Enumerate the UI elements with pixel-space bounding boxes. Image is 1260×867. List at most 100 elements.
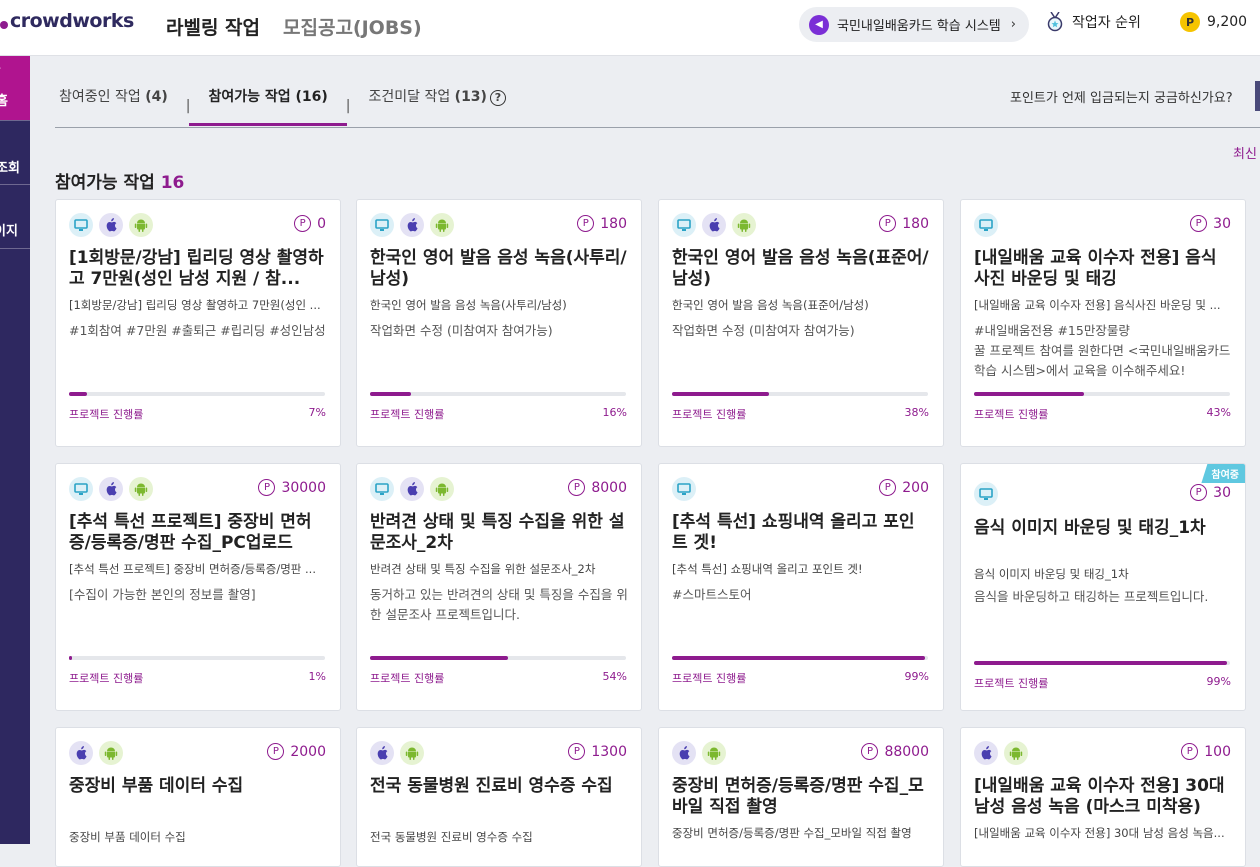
project-card[interactable]: P 100 [내일배움 교육 이수자 전용] 30대 남성 음성 녹음 (마스크 미… xyxy=(960,727,1246,867)
sidebar-divider xyxy=(0,248,30,249)
progress-fill xyxy=(370,392,411,396)
points-value: 180 xyxy=(902,215,929,232)
apple-icon xyxy=(370,741,394,765)
project-card[interactable]: P 30000 [추석 특선 프로젝트] 중장비 면허증/등록증/명판 수집_PC업… xyxy=(55,463,341,711)
point-icon: P xyxy=(294,215,312,232)
monitor-icon xyxy=(69,213,93,237)
points-value: 88000 xyxy=(884,743,929,760)
card-title: 한국인 영어 발음 음성 녹음(사투리/남성) xyxy=(370,248,627,289)
top-bar: crowdworks 라벨링 작업 모집공고(JOBS) ◀ 국민내일배움카드 … xyxy=(0,0,1260,56)
sidebar: ✓ 홈 · 조회 · 이지 xyxy=(0,56,30,844)
apple-icon xyxy=(974,741,998,765)
project-card[interactable]: P 180 한국인 영어 발음 음성 녹음(표준어/남성) 한국인 영어 발음 음성 … xyxy=(658,199,944,447)
points-value: 100 xyxy=(1204,743,1231,760)
apple-icon xyxy=(672,741,696,765)
faq-link[interactable]: 포인트가 언제 입금되는지 궁금하신가요? xyxy=(1010,87,1233,106)
progress-label: 프로젝트 진행률 xyxy=(672,408,747,421)
progress-label: 프로젝트 진행률 xyxy=(974,677,1049,690)
card-description: #내일배움전용 #15만장물량 꿀 프로젝트 참여를 원한다면 <국민내일배움카… xyxy=(974,323,1231,378)
ranking-link[interactable]: 작업자 순위 xyxy=(1046,12,1141,32)
nav-jobs[interactable]: 모집공고(JOBS) xyxy=(283,13,422,40)
tab-separator: | xyxy=(185,98,191,114)
tab-underline xyxy=(55,127,1260,128)
participating-badge: 참여중 xyxy=(1201,464,1245,483)
point-icon: P xyxy=(861,743,879,760)
tab-available[interactable]: 참여가능 작업 (16) xyxy=(189,86,348,126)
project-card[interactable]: P 180 한국인 영어 발음 음성 녹음(사투리/남성) 한국인 영어 발음 음성 … xyxy=(356,199,642,447)
card-description: 작업화면 수정 (미참여자 참여가능) xyxy=(370,323,553,338)
progress-percent: 16% xyxy=(602,406,627,419)
apple-icon xyxy=(400,477,424,501)
platform-icons xyxy=(370,477,460,501)
card-title: 중장비 부품 데이터 수집 xyxy=(69,776,244,796)
sort-option[interactable]: 최신 xyxy=(1233,143,1257,162)
tab-participating[interactable]: 참여중인 작업 (4) xyxy=(55,86,172,126)
points-value: 8000 xyxy=(591,479,627,496)
reward-points: P 30000 xyxy=(258,479,326,496)
platform-icons xyxy=(69,741,129,765)
sidebar-item-mypage[interactable]: · 이지 xyxy=(0,184,30,248)
reward-points: P 100 xyxy=(1181,743,1231,760)
card-subtitle: [1회방문/강남] 립리딩 영상 촬영하고 7만원(성인 ... xyxy=(69,298,321,312)
progress-bar xyxy=(370,392,626,396)
tab-unqualified[interactable]: 조건미달 작업 (13)? xyxy=(364,86,509,126)
progress-percent: 38% xyxy=(904,406,929,419)
card-subtitle: 한국인 영어 발음 음성 녹음(표준어/남성) xyxy=(672,298,869,312)
points-display[interactable]: P 9,200 xyxy=(1180,12,1247,32)
android-icon xyxy=(99,741,123,765)
monitor-icon xyxy=(370,477,394,501)
project-card[interactable]: P 0 [1회방문/강남] 립리딩 영상 촬영하고 7만원(성인 남성 지원 / 참… xyxy=(55,199,341,447)
progress-label: 프로젝트 진행률 xyxy=(370,408,445,421)
help-icon[interactable]: ? xyxy=(489,89,506,106)
project-card[interactable]: P 1300 전국 동물병원 진료비 영수증 수집 전국 동물병원 진료비 영수증 수… xyxy=(356,727,642,867)
card-subtitle: 전국 동물병원 진료비 영수증 수집 xyxy=(370,830,533,844)
faq-button[interactable] xyxy=(1255,81,1260,111)
reward-points: P 30 xyxy=(1190,215,1231,232)
card-subtitle: [추석 특선 프로젝트] 중장비 면허증/등록증/명판 ... xyxy=(69,562,316,576)
apple-icon xyxy=(99,477,123,501)
card-description: 동거하고 있는 반려견의 상태 및 특징을 수집을 위한 설문조사 프로젝트입니… xyxy=(370,587,628,622)
point-icon: P xyxy=(1190,215,1208,232)
progress-percent: 54% xyxy=(602,670,627,683)
android-icon xyxy=(732,213,756,237)
card-title: 전국 동물병원 진료비 영수증 수집 xyxy=(370,776,613,796)
project-card[interactable]: P 200 [추석 특선] 쇼핑내역 올리고 포인트 겟! [추석 특선] 쇼핑내역 … xyxy=(658,463,944,711)
progress-percent: 99% xyxy=(1206,675,1231,688)
project-card[interactable]: P 30 [내일배움 교육 이수자 전용] 음식사진 바운딩 및 태깅 [내일배움 교… xyxy=(960,199,1246,447)
crowdworks-logo[interactable]: crowdworks xyxy=(0,10,134,32)
points-value: 2000 xyxy=(290,743,326,760)
progress-bar xyxy=(974,392,1230,396)
project-card[interactable]: 참여중 P 30 음식 이미지 바운딩 및 태깅_1차 음식 이미지 바운딩 및 태깅_… xyxy=(960,463,1246,711)
platform-icons xyxy=(672,741,732,765)
point-icon: P xyxy=(568,743,586,760)
progress-bar xyxy=(672,392,928,396)
apple-icon xyxy=(99,213,123,237)
project-card[interactable]: P 2000 중장비 부품 데이터 수집 중장비 부품 데이터 수집 xyxy=(55,727,341,867)
progress-fill xyxy=(672,656,926,660)
card-description: 작업화면 수정 (미참여자 참여가능) xyxy=(672,323,855,338)
card-subtitle: [내일배움 교육 이수자 전용] 음식사진 바운딩 및 ... xyxy=(974,298,1221,312)
platform-icons xyxy=(69,477,159,501)
nav-labeling[interactable]: 라벨링 작업 xyxy=(166,13,260,40)
sidebar-item-home[interactable]: ✓ 홈 xyxy=(0,56,30,120)
monitor-icon xyxy=(370,213,394,237)
points-value: 9,200 xyxy=(1207,14,1248,30)
reward-points: P 180 xyxy=(879,215,929,232)
card-title: [추석 특선] 쇼핑내역 올리고 포인트 겟! xyxy=(672,512,915,553)
card-subtitle: 한국인 영어 발음 음성 녹음(사투리/남성) xyxy=(370,298,567,312)
project-card[interactable]: P 88000 중장비 면허증/등록증/명판 수집_모바일 직접 촬영 중장비 면허증… xyxy=(658,727,944,867)
card-title: [내일배움 교육 이수자 전용] 30대 남성 음성 녹음 (마스크 미착용) xyxy=(974,776,1225,817)
progress-label: 프로젝트 진행률 xyxy=(69,672,144,685)
learning-system-button[interactable]: ◀ 국민내일배움카드 학습 시스템 › xyxy=(799,7,1029,42)
reward-points: P 200 xyxy=(879,479,929,496)
progress-fill xyxy=(370,656,509,660)
project-card[interactable]: P 8000 반려견 상태 및 특징 수집을 위한 설문조사_2차 반려견 상태 및 … xyxy=(356,463,642,711)
progress-bar xyxy=(370,656,626,660)
card-description: #스마트스토어 xyxy=(672,587,752,602)
sidebar-item-label: 이지 xyxy=(0,224,18,239)
section-title: 참여가능 작업 16 xyxy=(55,173,185,193)
sidebar-item-search[interactable]: · 조회 xyxy=(0,120,30,184)
card-title: [1회방문/강남] 립리딩 영상 촬영하고 7만원(성인 남성 지원 / 참..… xyxy=(69,248,324,289)
card-title: 음식 이미지 바운딩 및 태깅_1차 xyxy=(974,518,1206,538)
point-icon: P xyxy=(568,479,586,496)
